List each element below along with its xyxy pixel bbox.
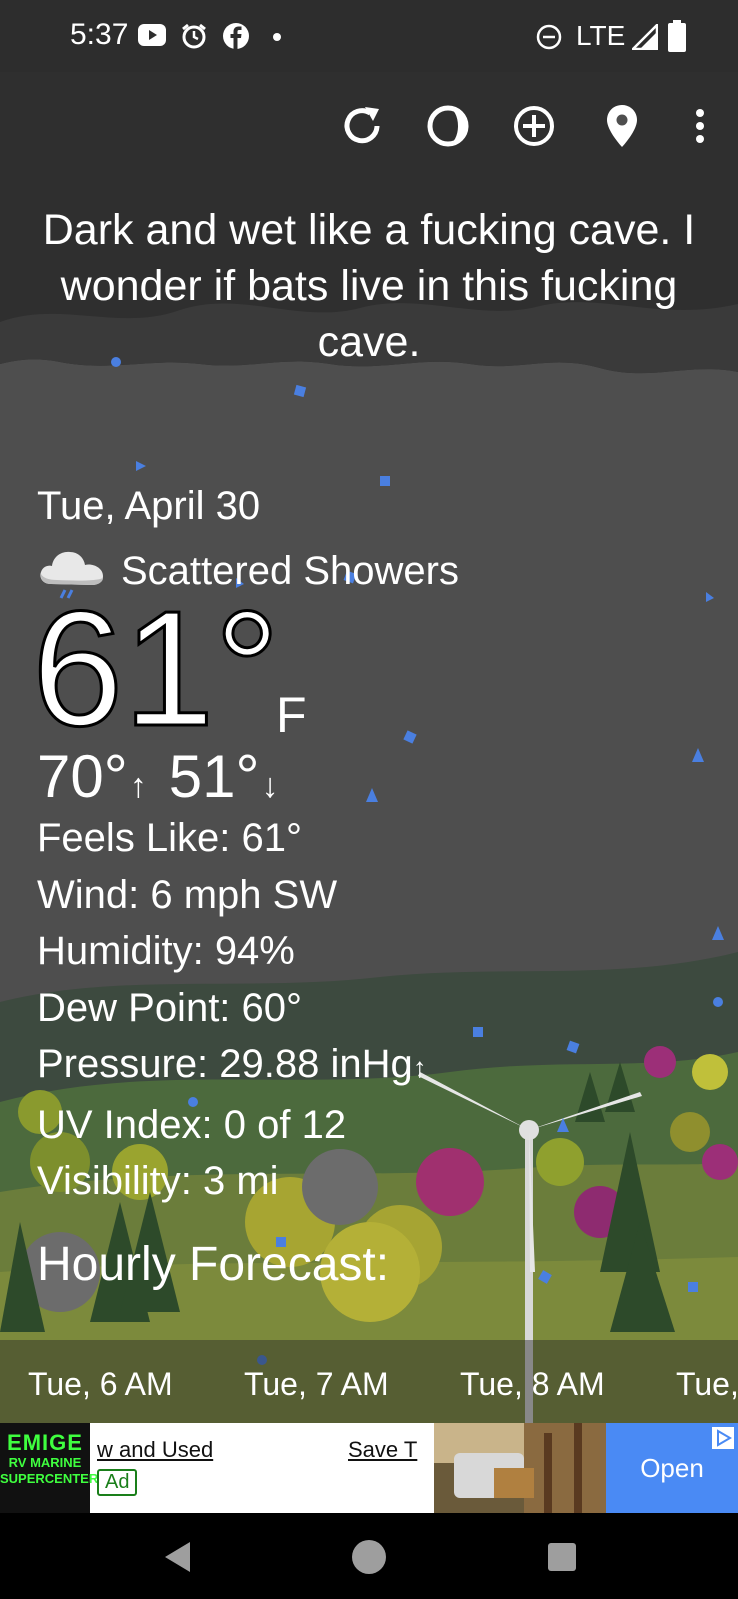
ad-brand-sub: RV MARINE <box>8 1455 82 1470</box>
hour-item[interactable]: Tue, 7 AM <box>244 1366 389 1403</box>
ad-badge: Ad <box>97 1469 138 1496</box>
home-button[interactable] <box>345 1533 393 1581</box>
home-icon <box>352 1540 386 1574</box>
low-temperature: 51° <box>168 743 260 810</box>
ad-headline[interactable]: Save T <box>348 1437 417 1463</box>
current-date: Tue, April 30 <box>37 484 261 528</box>
high-low-temperature: 70° ↑ 51° ↓ <box>37 742 284 811</box>
back-icon <box>165 1542 190 1572</box>
status-time: 5:37 <box>70 18 129 51</box>
down-arrow-icon: ↓ <box>261 767 279 805</box>
ad-brand: EMIGE <box>7 1430 83 1455</box>
dew-point: Dew Point: 60° <box>37 985 303 1030</box>
battery-icon <box>668 20 686 52</box>
ad-headline[interactable]: w and Used <box>97 1437 213 1463</box>
humidity: Humidity: 94% <box>37 929 295 973</box>
ad-choices-icon[interactable] <box>712 1427 734 1449</box>
ad-brand-sub: SUPERCENTER <box>0 1471 99 1486</box>
weather-quote: Dark and wet like a fucking cave. I wond… <box>42 206 696 366</box>
recents-icon <box>548 1543 576 1571</box>
hourly-forecast-title: Hourly Forecast: <box>37 1238 390 1291</box>
status-bar: 5:37 LTE <box>0 0 738 72</box>
location-button[interactable] <box>594 98 650 154</box>
navigation-bar <box>0 1513 738 1599</box>
add-location-icon <box>514 106 554 146</box>
hour-item[interactable]: Tue, 6 AM <box>28 1366 173 1403</box>
up-arrow-icon: ↑ <box>129 767 147 805</box>
refresh-icon <box>344 107 380 144</box>
ad-banner[interactable]: EMIGE RV MARINE SUPERCENTER w and Used S… <box>0 1423 738 1513</box>
pressure-row: Pressure: 29.88 inHg↑ <box>37 1036 427 1097</box>
ad-image[interactable] <box>434 1423 606 1513</box>
back-button[interactable] <box>154 1533 202 1581</box>
hourly-forecast-strip[interactable]: Tue, 6 AM Tue, 7 AM Tue, 8 AM Tue, <box>0 1340 738 1423</box>
location-pin-icon <box>607 105 637 147</box>
hour-item[interactable]: Tue, <box>676 1366 738 1403</box>
alarm-icon <box>180 22 208 50</box>
high-temperature: 70° <box>37 743 128 810</box>
uv-index: UV Index: 0 of 12 <box>37 1102 347 1147</box>
theme-icon <box>427 105 469 147</box>
ad-logo[interactable]: EMIGE RV MARINE SUPERCENTER <box>0 1423 99 1513</box>
visibility: Visibility: 3 mi <box>37 1159 279 1203</box>
pressure-trend-icon: ↑ <box>412 1052 427 1083</box>
wind: Wind: 6 mph SW <box>37 872 338 917</box>
pressure: Pressure: 29.88 inHg <box>37 1042 413 1086</box>
network-type: LTE <box>576 20 626 51</box>
current-temperature: 61° <box>30 577 281 760</box>
weather-app: Dark and wet like a fucking cave. I wond… <box>0 72 738 1423</box>
refresh-button[interactable] <box>334 98 390 154</box>
facebook-icon <box>222 22 250 50</box>
youtube-icon <box>138 24 166 46</box>
signal-icon <box>632 24 658 50</box>
hour-item[interactable]: Tue, 8 AM <box>460 1366 605 1403</box>
notification-dot-icon <box>272 32 282 42</box>
add-location-button[interactable] <box>506 98 562 154</box>
more-options-icon <box>696 109 704 143</box>
feels-like: Feels Like: 61° <box>37 816 303 860</box>
recents-button[interactable] <box>538 1533 586 1581</box>
temperature-unit: F <box>276 687 307 743</box>
more-options-button[interactable] <box>672 98 728 154</box>
do-not-disturb-icon <box>536 24 562 50</box>
theme-button[interactable] <box>420 98 476 154</box>
weather-details: Feels Like: 61° Wind: 6 mph SW Humidity:… <box>37 810 427 1210</box>
